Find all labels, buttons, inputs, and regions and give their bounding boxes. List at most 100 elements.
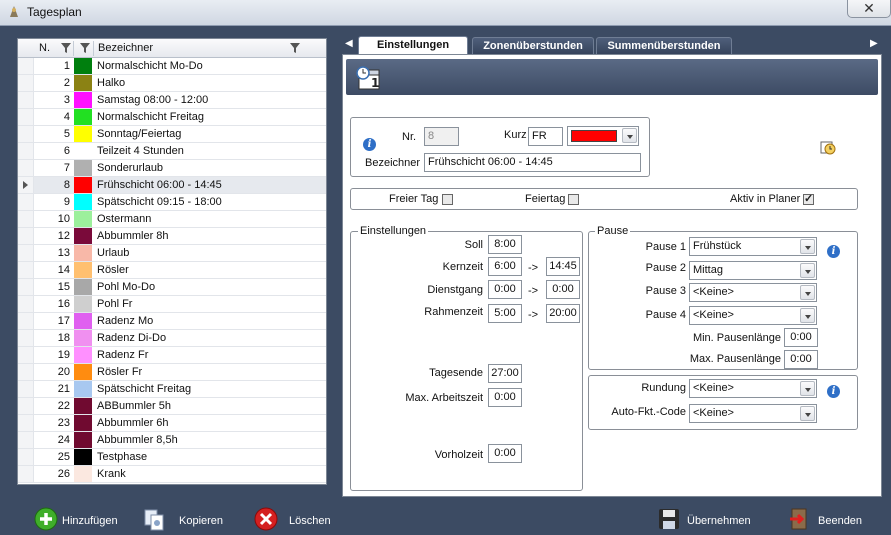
table-row[interactable]: 3 Samstag 08:00 - 12:00 <box>18 92 326 109</box>
table-row[interactable]: 7 Sonderurlaub <box>18 160 326 177</box>
table-row[interactable]: 20 Rösler Fr <box>18 364 326 381</box>
tagesplan-grid[interactable]: N. Bezeichner 1 Normalschicht Mo-Do 2 Halko… <box>17 38 327 485</box>
chevron-down-icon[interactable] <box>800 308 815 323</box>
row-indicator[interactable] <box>18 194 34 210</box>
tab-scroll-left-icon[interactable]: ◀ <box>345 38 353 49</box>
table-row[interactable]: 5 Sonntag/Feiertag <box>18 126 326 143</box>
chevron-down-icon[interactable] <box>800 263 815 278</box>
row-indicator[interactable] <box>18 415 34 431</box>
pause2-select[interactable]: Mittag <box>689 261 817 280</box>
tab-summenueberstunden[interactable]: Summenüberstunden <box>596 37 732 55</box>
filter-icon[interactable] <box>61 42 71 54</box>
row-indicator[interactable] <box>18 347 34 363</box>
table-row[interactable]: 10 Ostermann <box>18 211 326 228</box>
row-indicator[interactable] <box>18 143 34 159</box>
rahmenzeit-from-field[interactable]: 5:00 <box>488 304 522 323</box>
pause1-select[interactable]: Frühstück <box>689 237 817 256</box>
row-indicator[interactable] <box>18 381 34 397</box>
row-indicator[interactable] <box>18 109 34 125</box>
dienstgang-from-field[interactable]: 0:00 <box>488 280 522 299</box>
filter-icon[interactable] <box>80 42 90 54</box>
row-indicator[interactable] <box>18 432 34 448</box>
table-row[interactable]: 22 ABBummler 5h <box>18 398 326 415</box>
row-indicator[interactable] <box>18 330 34 346</box>
info-icon[interactable]: i <box>827 245 840 258</box>
vorholzeit-field[interactable]: 0:00 <box>488 444 522 463</box>
row-indicator[interactable] <box>18 398 34 414</box>
chevron-down-icon[interactable] <box>800 285 815 300</box>
chevron-down-icon[interactable] <box>622 128 637 143</box>
freier-tag-checkbox[interactable] <box>442 194 453 205</box>
row-indicator[interactable] <box>18 364 34 380</box>
calendar-clock-icon[interactable] <box>820 139 836 155</box>
row-indicator[interactable] <box>18 58 34 74</box>
table-row[interactable]: 6 Teilzeit 4 Stunden <box>18 143 326 160</box>
tagesende-field[interactable]: 27:00 <box>488 364 522 383</box>
table-row[interactable]: 16 Pohl Fr <box>18 296 326 313</box>
pause4-select[interactable]: <Keine> <box>689 306 817 325</box>
table-row[interactable]: 25 Testphase <box>18 449 326 466</box>
feiertag-checkbox[interactable] <box>568 194 579 205</box>
table-row[interactable]: 12 Abbummler 8h <box>18 228 326 245</box>
table-row[interactable]: 9 Spätschicht 09:15 - 18:00 <box>18 194 326 211</box>
tab-einstellungen[interactable]: Einstellungen <box>358 36 468 55</box>
row-indicator[interactable] <box>18 92 34 108</box>
row-indicator[interactable] <box>18 228 34 244</box>
info-icon[interactable]: i <box>827 385 840 398</box>
max-pausenlaenge-field[interactable]: 0:00 <box>784 350 818 369</box>
color-picker[interactable] <box>567 126 639 146</box>
row-indicator[interactable] <box>18 177 34 193</box>
aktiv-checkbox[interactable] <box>803 192 814 205</box>
chevron-down-icon[interactable] <box>800 406 815 421</box>
table-row[interactable]: 14 Rösler <box>18 262 326 279</box>
row-indicator[interactable] <box>18 245 34 261</box>
table-row[interactable]: 23 Abbummler 6h <box>18 415 326 432</box>
table-row[interactable]: 21 Spätschicht Freitag <box>18 381 326 398</box>
row-number: 17 <box>57 315 70 327</box>
pause3-select[interactable]: <Keine> <box>689 283 817 302</box>
rahmenzeit-to-field[interactable]: 20:00 <box>546 304 580 323</box>
tab-zonenueberstunden[interactable]: Zonenüberstunden <box>472 37 594 55</box>
tab-scroll-right-icon[interactable]: ▶ <box>870 38 878 49</box>
column-header-nr[interactable]: N. <box>39 42 50 54</box>
column-header-bezeichner[interactable]: Bezeichner <box>98 42 153 54</box>
row-indicator[interactable] <box>18 160 34 176</box>
row-indicator[interactable] <box>18 313 34 329</box>
row-indicator[interactable] <box>18 449 34 465</box>
info-icon[interactable]: i <box>363 138 376 151</box>
min-pausenlaenge-field[interactable]: 0:00 <box>784 328 818 347</box>
filter-icon[interactable] <box>290 42 300 54</box>
row-indicator[interactable] <box>18 262 34 278</box>
chevron-down-icon[interactable] <box>800 381 815 396</box>
soll-field[interactable]: 8:00 <box>488 235 522 254</box>
row-indicator[interactable] <box>18 75 34 91</box>
table-row[interactable]: 19 Radenz Fr <box>18 347 326 364</box>
table-row[interactable]: 13 Urlaub <box>18 245 326 262</box>
row-indicator[interactable] <box>18 279 34 295</box>
close-button[interactable]: ✕ <box>847 0 891 18</box>
rundung-select[interactable]: <Keine> <box>689 379 817 398</box>
auto-fkt-code-select[interactable]: <Keine> <box>689 404 817 423</box>
table-row[interactable]: 24 Abbummler 8,5h <box>18 432 326 449</box>
bezeichner-field[interactable]: Frühschicht 06:00 - 14:45 <box>424 153 641 172</box>
table-row[interactable]: 4 Normalschicht Freitag <box>18 109 326 126</box>
table-row[interactable]: 26 Krank <box>18 466 326 483</box>
max-arbeitszeit-field[interactable]: 0:00 <box>488 388 522 407</box>
table-row[interactable]: 8 Frühschicht 06:00 - 14:45 <box>18 177 326 194</box>
row-indicator[interactable] <box>18 126 34 142</box>
dienstgang-to-field[interactable]: 0:00 <box>546 280 580 299</box>
color-swatch <box>74 398 92 414</box>
kernzeit-to-field[interactable]: 14:45 <box>546 257 580 276</box>
kernzeit-from-field[interactable]: 6:00 <box>488 257 522 276</box>
row-indicator[interactable] <box>18 211 34 227</box>
chevron-down-icon[interactable] <box>800 239 815 254</box>
table-row[interactable]: 2 Halko <box>18 75 326 92</box>
table-row[interactable]: 15 Pohl Mo-Do <box>18 279 326 296</box>
row-indicator[interactable] <box>18 466 34 482</box>
table-row[interactable]: 17 Radenz Mo <box>18 313 326 330</box>
kurz-field[interactable]: FR <box>528 127 563 146</box>
table-row[interactable]: 1 Normalschicht Mo-Do <box>18 58 326 75</box>
row-indicator[interactable] <box>18 296 34 312</box>
kernzeit-label: Kernzeit <box>442 261 483 273</box>
table-row[interactable]: 18 Radenz Di-Do <box>18 330 326 347</box>
